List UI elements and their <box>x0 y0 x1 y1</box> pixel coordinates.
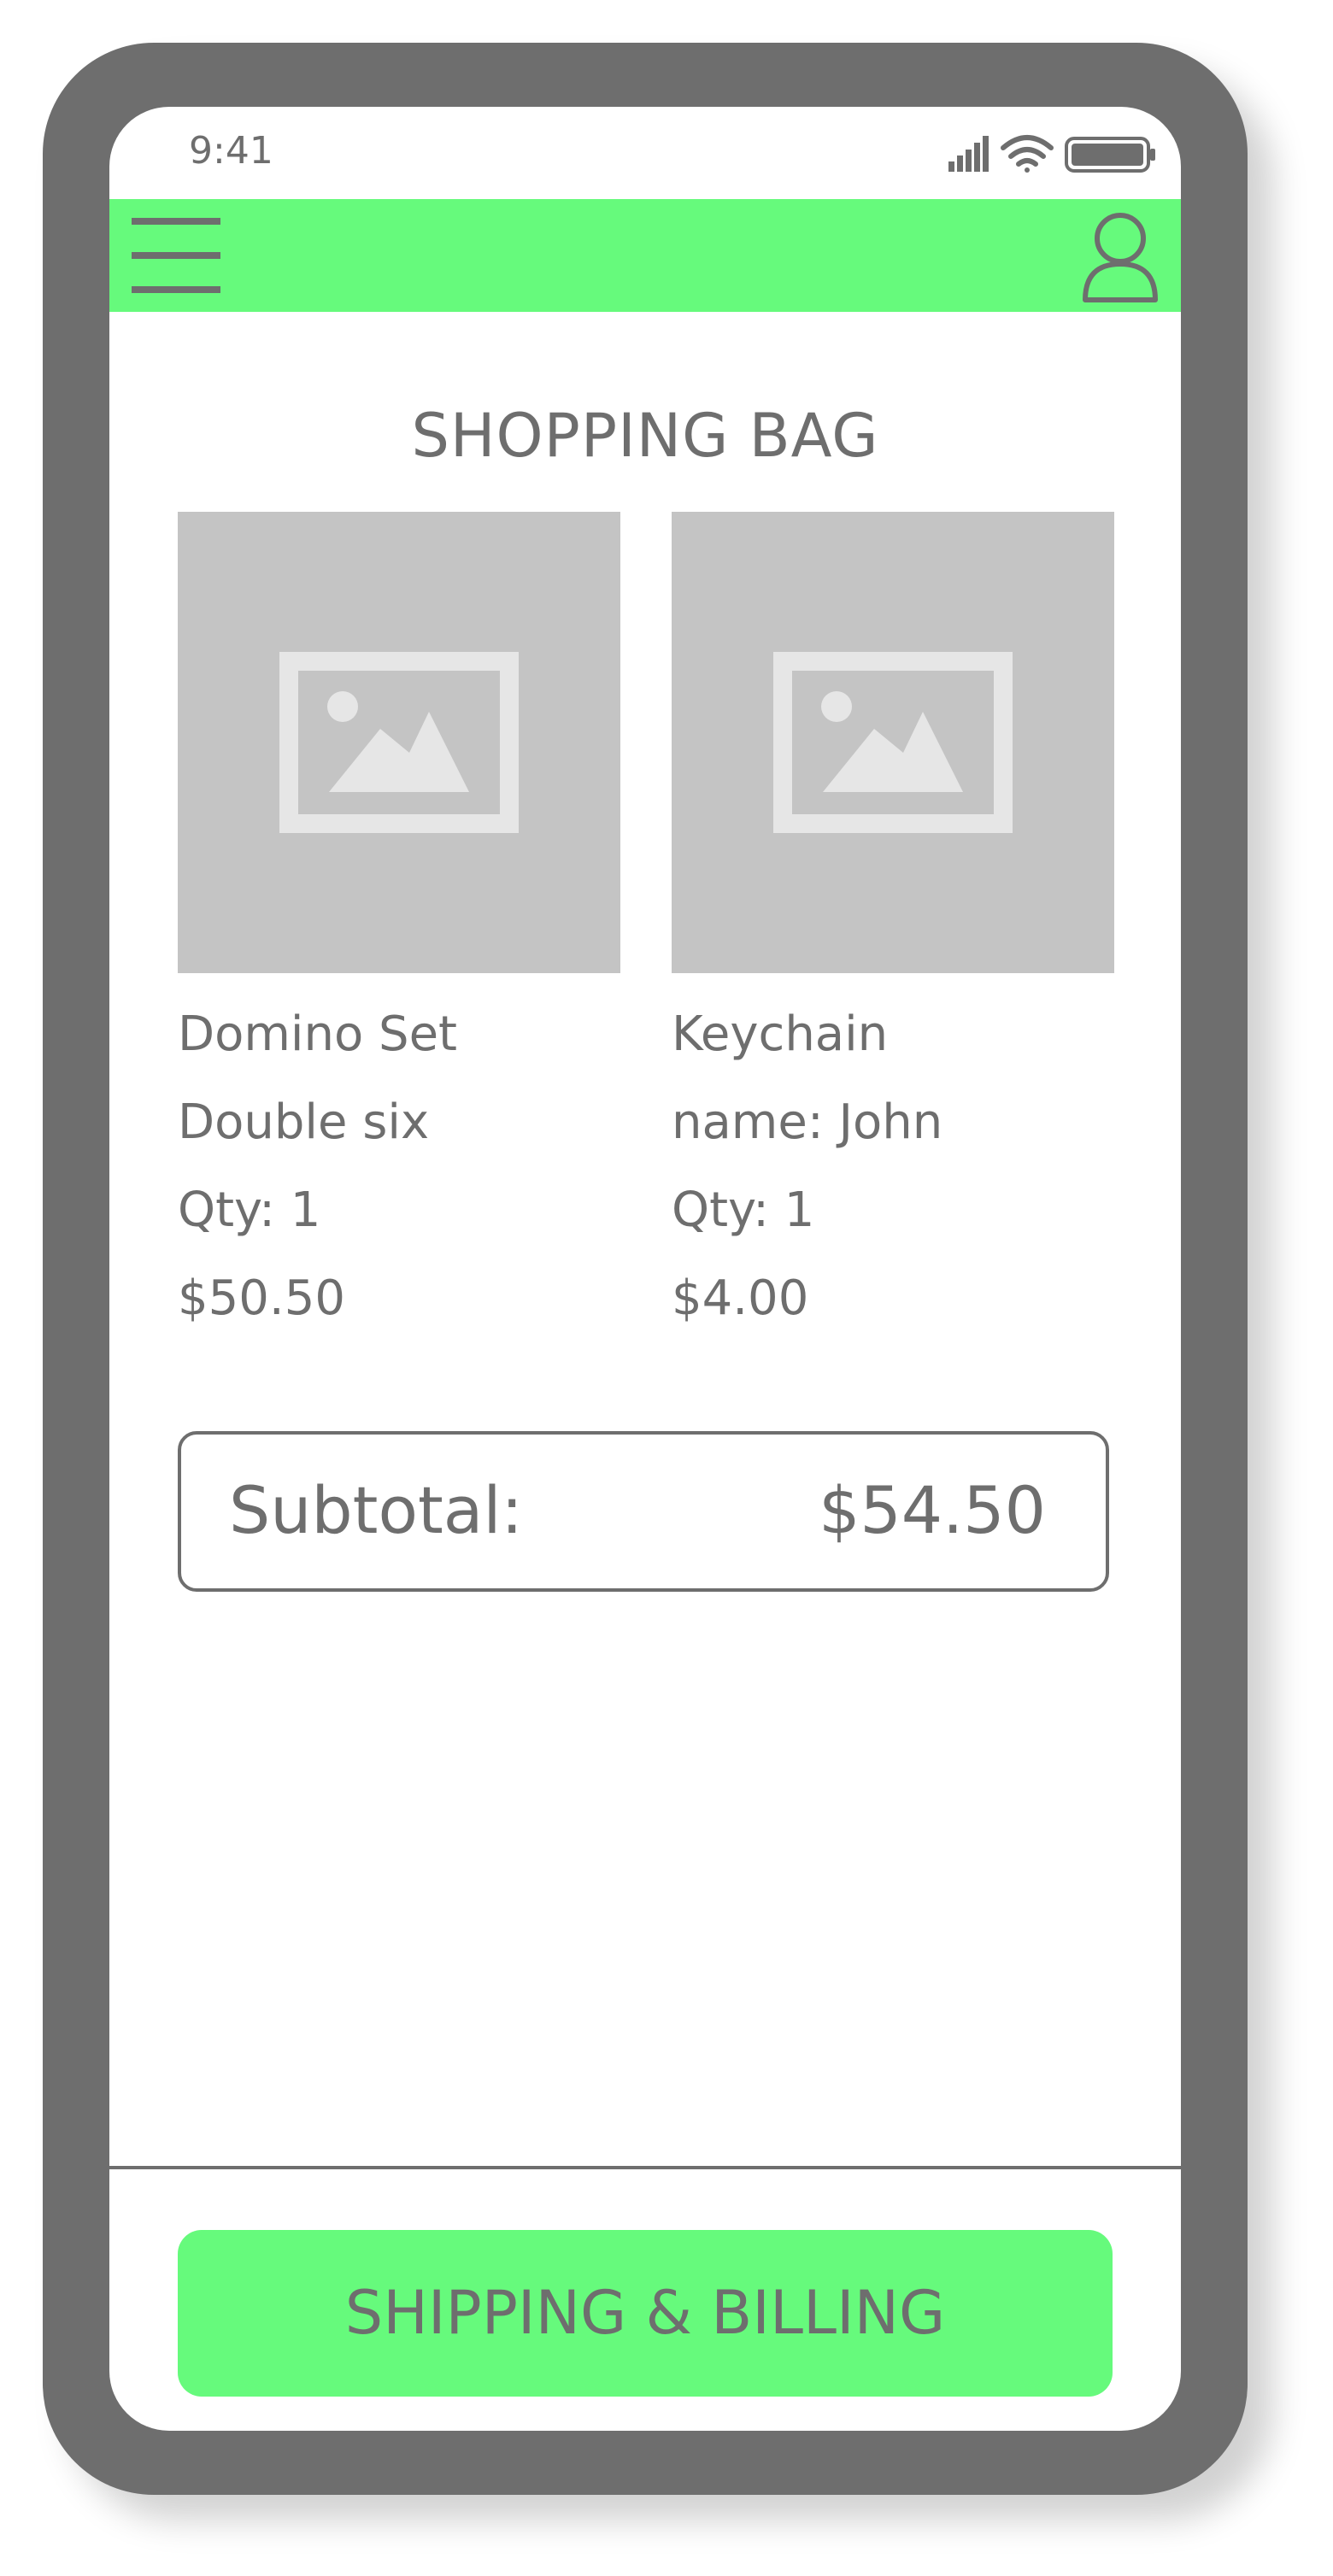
page-title: SHOPPING BAG <box>411 401 879 471</box>
product-qty: Qty: 1 <box>178 1182 321 1238</box>
menu-line <box>132 252 220 259</box>
status-bar: 9:41 <box>109 107 1181 199</box>
product-option: Double six <box>178 1094 430 1150</box>
subtotal-value: $54.50 <box>819 1472 1046 1548</box>
shipping-billing-button[interactable]: SHIPPING & BILLING <box>178 2230 1113 2397</box>
wifi-icon <box>1001 135 1054 173</box>
menu-line <box>132 286 220 293</box>
phone-frame: 9:41 SHOPPING BAG Domino Set Double six … <box>43 43 1248 2495</box>
battery-icon <box>1065 137 1155 173</box>
product-option: name: John <box>672 1094 943 1150</box>
menu-line <box>132 218 220 225</box>
product-name: Domino Set <box>178 1006 458 1062</box>
product-name: Keychain <box>672 1006 889 1062</box>
image-placeholder-icon <box>773 652 1013 833</box>
image-placeholder-icon <box>279 652 519 833</box>
status-time: 9:41 <box>189 129 273 173</box>
phone-screen: 9:41 SHOPPING BAG Domino Set Double six … <box>109 107 1181 2431</box>
footer-divider <box>109 2166 1181 2169</box>
user-profile-icon[interactable] <box>1082 208 1159 303</box>
subtotal-label: Subtotal: <box>229 1472 524 1548</box>
product-card-domino-set[interactable]: Domino Set Double six Qty: 1 $50.50 <box>178 512 620 1342</box>
subtotal-box: Subtotal: $54.50 <box>178 1431 1109 1592</box>
product-price: $4.00 <box>672 1270 809 1326</box>
product-price: $50.50 <box>178 1270 345 1326</box>
status-icons <box>948 135 1155 173</box>
product-qty: Qty: 1 <box>672 1182 815 1238</box>
hamburger-menu-icon[interactable] <box>132 214 220 296</box>
top-nav-bar <box>109 199 1181 312</box>
product-card-keychain[interactable]: Keychain name: John Qty: 1 $4.00 <box>672 512 1114 1342</box>
signal-icon <box>948 136 989 172</box>
product-image[interactable] <box>672 512 1114 973</box>
product-image[interactable] <box>178 512 620 973</box>
